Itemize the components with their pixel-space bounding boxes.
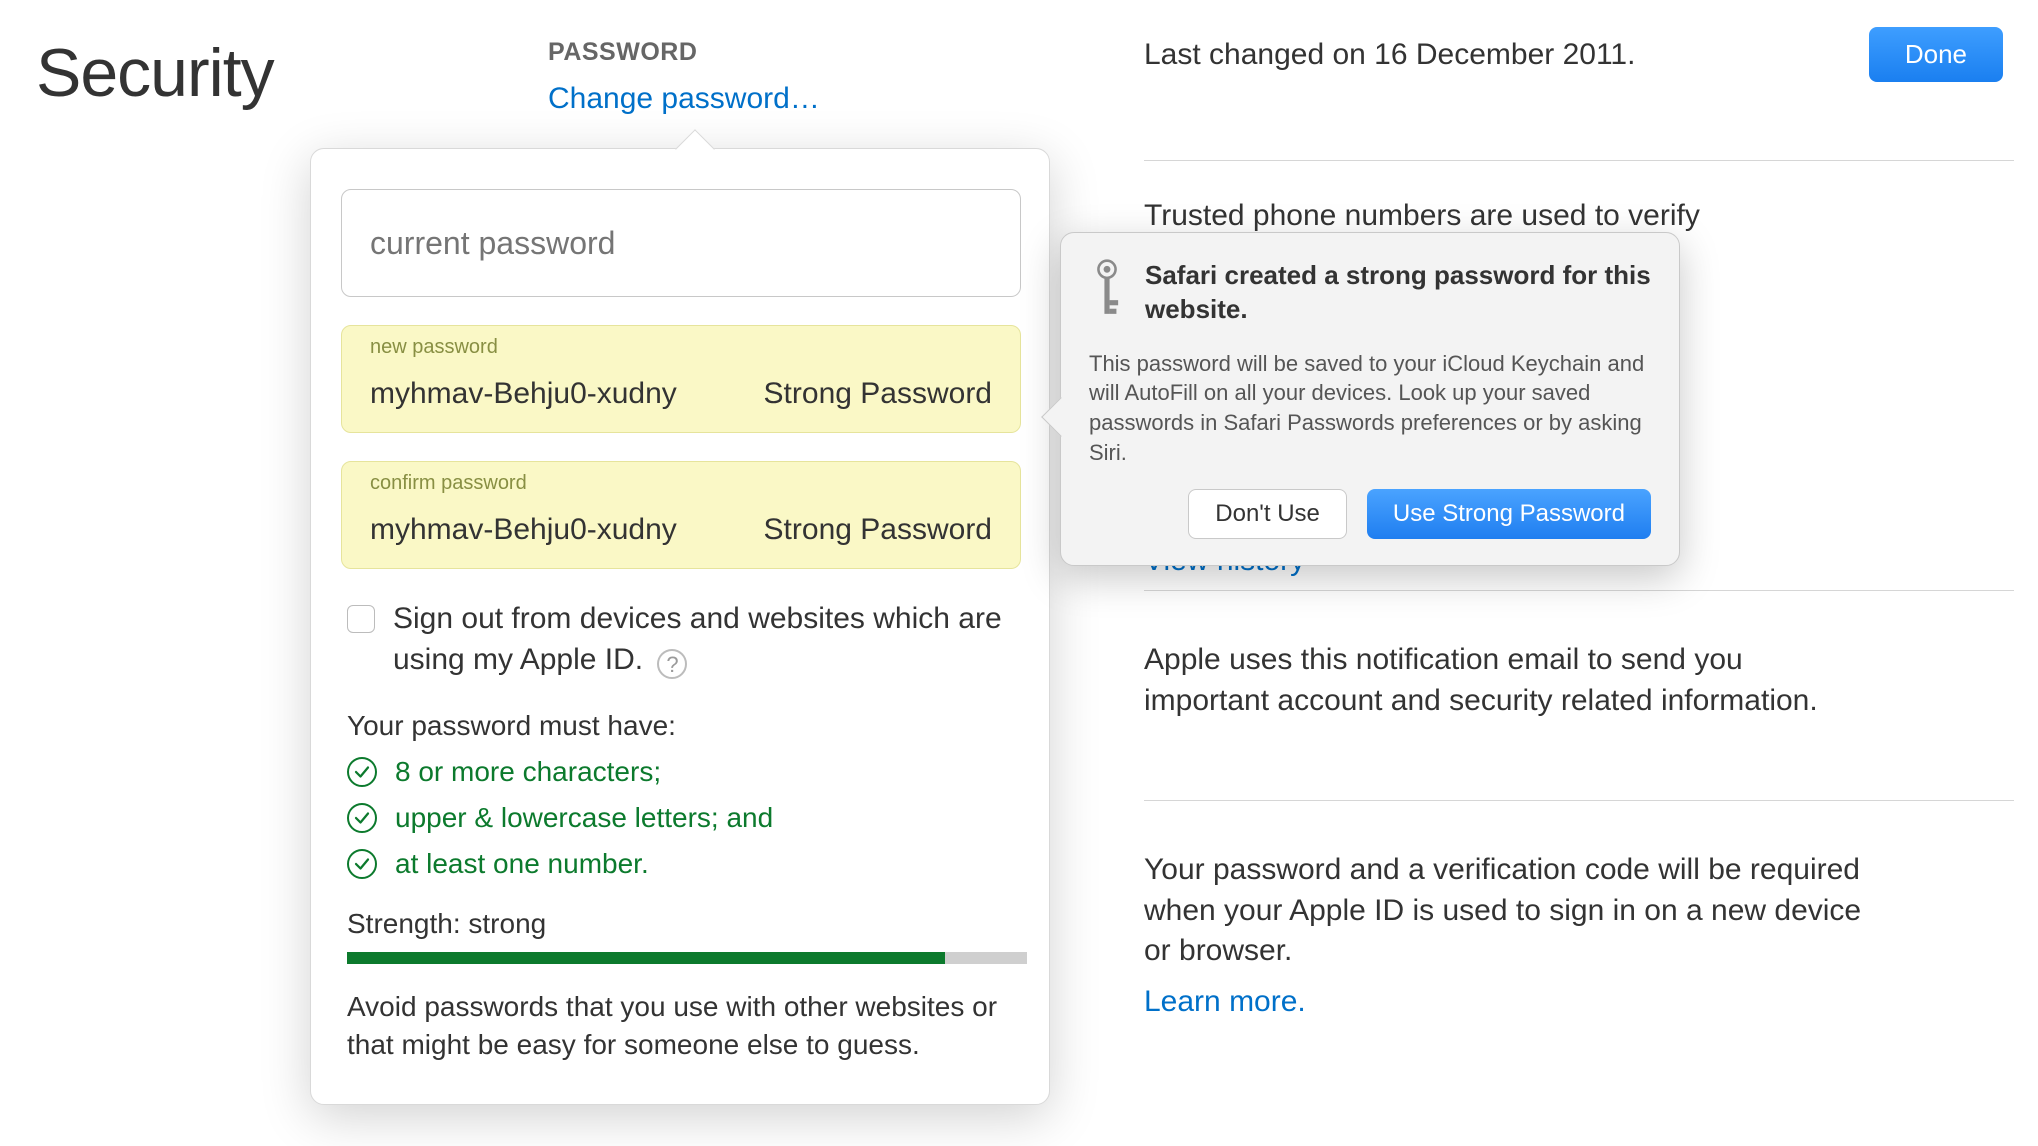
safari-body: This password will be saved to your iClo… (1089, 349, 1651, 468)
two-factor-text: Your password and a verification code wi… (1144, 850, 1864, 1022)
divider (1144, 800, 2014, 801)
safari-title: Safari created a strong password for thi… (1145, 259, 1651, 327)
divider (1144, 590, 2014, 591)
strength-meter (347, 952, 1027, 964)
check-icon (347, 803, 377, 833)
change-password-popover: new password myhmav-Behju0-xudny Strong … (310, 148, 1050, 1105)
requirements-title: Your password must have: (347, 710, 1019, 742)
requirement-item: upper & lowercase letters; and (347, 802, 1019, 834)
current-password-field[interactable] (341, 189, 1021, 297)
password-section-label: PASSWORD (548, 38, 697, 67)
notification-email-text: Apple uses this notification email to se… (1144, 640, 1864, 721)
strength-label: Strength: strong (347, 908, 1019, 940)
requirement-item: 8 or more characters; (347, 756, 1019, 788)
change-password-link[interactable]: Change password… (548, 82, 820, 116)
confirm-password-label: confirm password (370, 472, 527, 495)
confirm-password-field[interactable]: confirm password myhmav-Behju0-xudny Str… (341, 461, 1021, 569)
popover-arrow (675, 129, 715, 169)
key-icon (1089, 259, 1125, 319)
signout-checkbox[interactable] (347, 605, 375, 633)
new-password-value: myhmav-Behju0-xudny (370, 377, 710, 411)
divider (1144, 160, 2014, 161)
password-advice: Avoid passwords that you use with other … (347, 988, 1013, 1064)
page-title: Security (36, 34, 274, 112)
strong-password-badge: Strong Password (764, 513, 992, 547)
current-password-input[interactable] (370, 225, 992, 262)
strength-meter-fill (347, 952, 945, 964)
learn-more-link[interactable]: Learn more. (1144, 982, 1306, 1023)
last-changed-text: Last changed on 16 December 2011. (1144, 38, 1635, 72)
new-password-label: new password (370, 336, 498, 359)
check-icon (347, 757, 377, 787)
confirm-password-value: myhmav-Behju0-xudny (370, 513, 710, 547)
use-strong-password-button[interactable]: Use Strong Password (1367, 489, 1651, 539)
dont-use-button[interactable]: Don't Use (1188, 489, 1347, 539)
signout-label: Sign out from devices and websites which… (393, 599, 1019, 680)
requirement-item: at least one number. (347, 848, 1019, 880)
trusted-numbers-text: Trusted phone numbers are used to verify (1144, 196, 1864, 237)
strong-password-badge: Strong Password (764, 377, 992, 411)
safari-strong-password-popover: Safari created a strong password for thi… (1060, 232, 1680, 566)
check-icon (347, 849, 377, 879)
done-button[interactable]: Done (1869, 27, 2003, 82)
help-icon[interactable]: ? (657, 649, 687, 679)
new-password-field[interactable]: new password myhmav-Behju0-xudny Strong … (341, 325, 1021, 433)
